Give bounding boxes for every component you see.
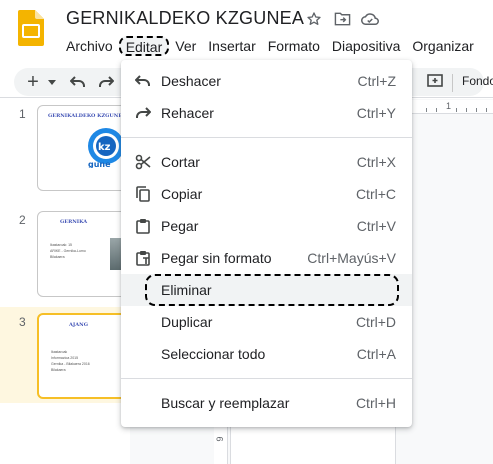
menu-item-shortcut: Ctrl+H [355,395,396,411]
svg-text:kz: kz [98,142,111,153]
svg-text:gune: gune [88,160,111,168]
menu-ver[interactable]: Ver [169,36,202,56]
undo-icon [133,71,153,91]
move-to-folder-icon[interactable] [333,10,351,28]
edit-menu: Deshacer Ctrl+Z Rehacer Ctrl+Y Cortar Ct… [121,60,412,427]
ruler-number-vertical: 6 [214,436,225,442]
copy-icon [133,184,153,204]
background-button[interactable]: Fondo [462,74,493,88]
menu-item-label: Duplicar [161,314,213,330]
paste-plain-icon [133,248,153,268]
menu-item-label: Deshacer [161,73,221,89]
menu-item-label: Rehacer [161,105,214,121]
horizontal-ruler: 1 [400,100,493,114]
menu-separator [121,378,412,379]
menu-item-shortcut: Ctrl+D [355,314,396,330]
menu-item-shortcut: Ctrl+X [356,154,396,170]
menu-insertar[interactable]: Insertar [202,36,261,56]
menu-diapositiva[interactable]: Diapositiva [326,36,406,56]
slide-thumbnail-1[interactable]: 1 GERNIKALDEKO KZGUNEA kz gune [0,99,137,195]
menu-item-shortcut: Ctrl+C [355,186,396,202]
menu-item-shortcut: Ctrl+V [356,218,396,234]
slide-number: 3 [19,315,26,329]
slide-number: 2 [19,213,26,227]
menu-item-label: Buscar y reemplazar [161,395,290,411]
menu-item-pegar[interactable]: Pegar Ctrl+V [121,210,412,242]
menu-item-deshacer[interactable]: Deshacer Ctrl+Z [121,65,412,97]
cloud-status-icon[interactable] [361,10,379,28]
slide-number: 1 [19,107,26,121]
menu-archivo[interactable]: Archivo [60,36,119,56]
menu-item-pegar-sin-formato[interactable]: Pegar sin formato Ctrl+Mayús+V [121,242,412,274]
redo-icon[interactable] [96,71,116,93]
menu-item-seleccionar-todo[interactable]: Seleccionar todo Ctrl+A [121,338,412,370]
menu-separator [121,137,412,138]
thumb-title: GERNIKA [60,219,88,225]
new-slide-icon[interactable]: + [24,71,42,93]
menu-item-rehacer[interactable]: Rehacer Ctrl+Y [121,97,412,129]
menu-item-shortcut: Ctrl+Z [357,73,397,89]
menu-item-shortcut: Ctrl+Mayús+V [307,250,396,266]
slide-filmstrip: 1 GERNIKALDEKO KZGUNEA kz gune 2 GERNIKA… [0,99,137,464]
slide-thumbnail-3[interactable]: 3 AJANG Ikastaroak Informazioa 2015 Gern… [0,307,137,403]
menu-item-cortar[interactable]: Cortar Ctrl+X [121,146,412,178]
menu-item-buscar-reemplazar[interactable]: Buscar y reemplazar Ctrl+H [121,387,412,419]
star-icon[interactable] [305,10,323,28]
menu-organizar[interactable]: Organizar [406,36,479,56]
menu-item-shortcut: Ctrl+Y [356,105,396,121]
toolbar-separator [452,74,453,92]
thumb-bullets: Ikastaroak: 15 ARIKE - Gernika-Lumo Bila… [50,243,86,259]
paste-icon [133,216,153,236]
redo-icon [133,103,153,123]
menu-editar[interactable]: Editar [118,36,170,56]
menu-item-label: Pegar [161,218,199,234]
google-slides-logo-icon[interactable] [18,10,44,46]
menu-item-label: Pegar sin formato [161,250,272,266]
new-slide-dropdown-icon[interactable] [46,71,58,93]
add-comment-icon[interactable] [426,71,444,93]
ruler-number: 1 [446,101,452,111]
menu-formato[interactable]: Formato [262,36,326,56]
menu-item-label: Cortar [161,154,200,170]
thumb-bullets: Ikastaroak Informazioa 2015 Gernika - Bi… [51,350,90,372]
menu-item-copiar[interactable]: Copiar Ctrl+C [121,178,412,210]
thumb-title: AJANG [69,322,88,328]
document-title[interactable]: GERNIKALDEKO KZGUNEA [66,8,304,29]
menu-item-shortcut: Ctrl+A [356,346,396,362]
undo-icon[interactable] [68,71,88,93]
cut-icon [133,152,153,172]
slide-thumbnail-2[interactable]: 2 GERNIKA Ikastaroak: 15 ARIKE - Gernika… [0,205,137,301]
menu-item-duplicar[interactable]: Duplicar Ctrl+D [121,306,412,338]
menu-item-label: Seleccionar todo [161,346,266,362]
menu-item-label: Copiar [161,186,203,202]
annotation-highlight [145,274,399,306]
menu-bar: Archivo Editar Ver Insertar Formato Diap… [60,36,480,56]
